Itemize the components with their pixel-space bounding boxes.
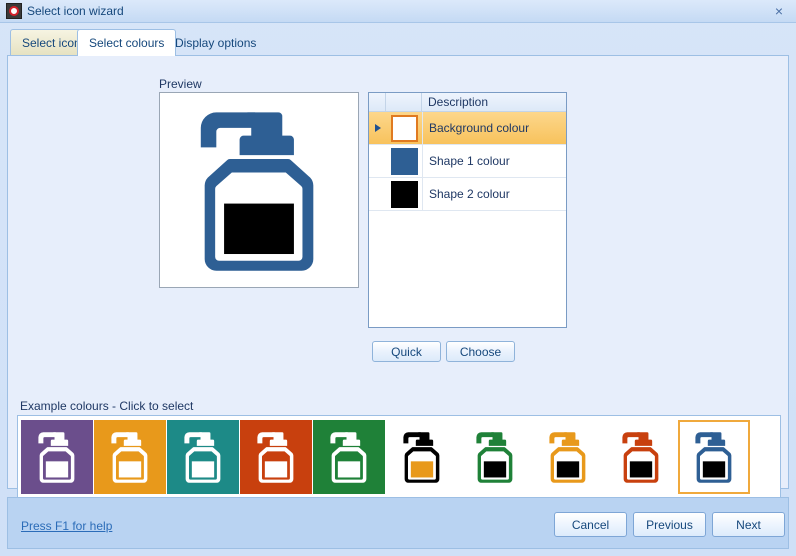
example-tile-5[interactable] xyxy=(313,420,385,494)
example-tile-3[interactable] xyxy=(167,420,239,494)
window-title: Select icon wizard xyxy=(27,4,124,18)
dispenser-icon xyxy=(622,432,659,483)
grid-header-description: Description xyxy=(428,95,489,109)
tab-select-colours[interactable]: Select colours xyxy=(77,29,177,56)
dispenser-icon xyxy=(330,432,367,483)
colour-swatch-shape2[interactable] xyxy=(390,180,418,208)
tab-display-options[interactable]: Display options xyxy=(163,29,268,55)
label-rect xyxy=(264,461,288,478)
row-description: Background colour xyxy=(422,112,566,144)
colour-swatch-shape1[interactable] xyxy=(390,147,418,175)
tab-strip: Select icon Select colours Display optio… xyxy=(0,22,796,56)
example-tile-8[interactable] xyxy=(532,420,604,494)
wizard-window: Select icon wizard × Select icon Select … xyxy=(0,0,796,556)
dispenser-icon xyxy=(38,432,75,483)
dispenser-icon xyxy=(549,432,586,483)
example-colours-label: Example colours - Click to select xyxy=(20,399,194,413)
title-bar: Select icon wizard × xyxy=(0,0,796,23)
table-row[interactable]: Shape 2 colour xyxy=(369,178,566,211)
colour-grid[interactable]: Description Background colour Shape 1 co… xyxy=(368,92,567,328)
row-swatch-cell[interactable] xyxy=(386,145,422,177)
grid-header-row: Description xyxy=(369,93,566,112)
quick-button[interactable]: Quick xyxy=(372,341,441,362)
row-description: Shape 2 colour xyxy=(422,178,566,210)
label-rect xyxy=(224,203,294,255)
previous-button[interactable]: Previous xyxy=(633,512,706,537)
example-tiles-list xyxy=(21,420,750,494)
label-rect xyxy=(410,461,434,478)
label-rect xyxy=(556,461,580,478)
dispenser-icon xyxy=(111,432,148,483)
tab-select-icon-label: Select icon xyxy=(22,35,81,50)
preview-label: Preview xyxy=(159,77,202,91)
example-tile-10[interactable] xyxy=(678,420,750,494)
table-row[interactable]: Background colour xyxy=(369,112,566,145)
close-icon[interactable]: × xyxy=(768,2,790,20)
cancel-button[interactable]: Cancel xyxy=(554,512,627,537)
row-marker xyxy=(369,178,386,210)
dispenser-icon xyxy=(695,432,732,483)
example-tile-1[interactable] xyxy=(21,420,93,494)
label-rect xyxy=(337,461,361,478)
example-tile-2[interactable] xyxy=(94,420,166,494)
row-swatch-cell[interactable] xyxy=(386,178,422,210)
label-rect xyxy=(191,461,215,478)
example-tile-4[interactable] xyxy=(240,420,312,494)
label-rect xyxy=(45,461,69,478)
dispenser-icon xyxy=(403,432,440,483)
tab-display-options-label: Display options xyxy=(175,35,257,50)
next-button[interactable]: Next xyxy=(712,512,785,537)
row-swatch-cell[interactable] xyxy=(386,112,422,144)
preview-dispenser-icon xyxy=(200,112,314,271)
label-rect xyxy=(702,461,726,478)
help-link[interactable]: Press F1 for help xyxy=(21,519,112,533)
choose-button[interactable]: Choose xyxy=(446,341,515,362)
table-row[interactable]: Shape 1 colour xyxy=(369,145,566,178)
preview-box xyxy=(159,92,359,288)
grid-header-selector xyxy=(369,93,386,111)
label-rect xyxy=(118,461,142,478)
tab-select-colours-label: Select colours xyxy=(89,36,165,50)
dispenser-icon xyxy=(257,432,294,483)
dispenser-icon xyxy=(184,432,221,483)
row-marker xyxy=(369,112,386,144)
example-tile-7[interactable] xyxy=(459,420,531,494)
label-rect xyxy=(629,461,653,478)
example-tile-6[interactable] xyxy=(386,420,458,494)
label-rect xyxy=(483,461,507,478)
row-marker xyxy=(369,145,386,177)
main-panel: Preview Description Background colour Sh… xyxy=(7,55,789,523)
app-ring-icon xyxy=(6,3,22,19)
colour-swatch-background[interactable] xyxy=(390,114,418,142)
grid-header-swatch xyxy=(386,93,422,111)
row-description: Shape 1 colour xyxy=(422,145,566,177)
footer-bar: Press F1 for help Cancel Previous Next xyxy=(7,497,789,549)
dispenser-icon xyxy=(476,432,513,483)
example-tile-9[interactable] xyxy=(605,420,677,494)
